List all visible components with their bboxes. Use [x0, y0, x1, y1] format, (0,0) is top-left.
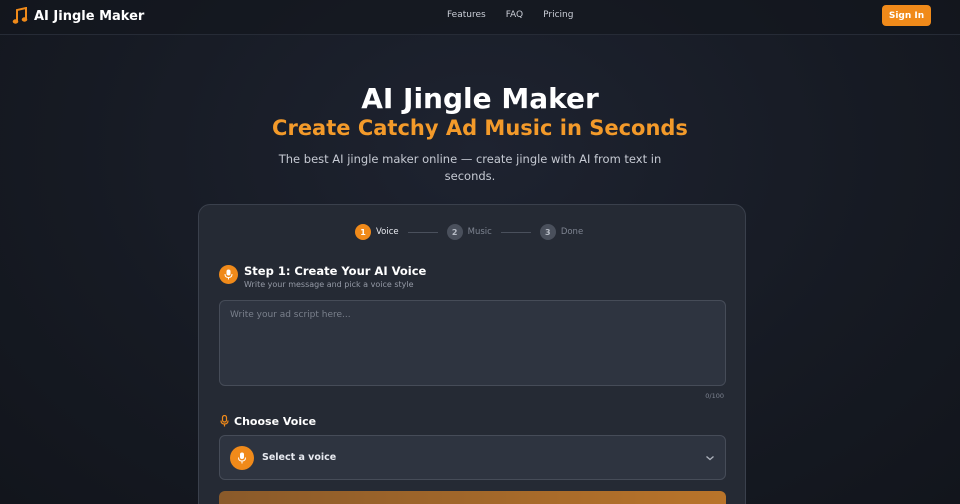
- jingle-wizard-card: 1 Voice 2 Music 3 Done Step 1: Create Yo…: [198, 204, 746, 504]
- character-count: 0/100: [705, 392, 724, 400]
- section-header: Step 1: Create Your AI Voice Write your …: [219, 264, 426, 289]
- page-description: The best AI jingle maker online — create…: [278, 152, 662, 183]
- page-subtitle: Create Catchy Ad Music in Seconds: [272, 116, 688, 140]
- nav-link-pricing[interactable]: Pricing: [543, 10, 573, 20]
- choose-voice-header: Choose Voice: [220, 412, 316, 431]
- generate-button[interactable]: [219, 491, 726, 504]
- nav-links: Features FAQ Pricing: [447, 10, 573, 20]
- music-note-icon: [12, 7, 28, 25]
- ad-script-input[interactable]: [219, 300, 726, 386]
- microphone-icon: [219, 265, 238, 284]
- step-voice: 1 Voice: [355, 224, 399, 240]
- step-music: 2 Music: [446, 224, 492, 240]
- step-label: Done: [560, 227, 584, 237]
- microphone-icon: [220, 412, 229, 431]
- step-label: Music: [467, 227, 492, 237]
- brand-logo[interactable]: AI Jingle Maker: [12, 7, 144, 25]
- nav-link-faq[interactable]: FAQ: [506, 10, 523, 20]
- step-connector: [500, 231, 531, 233]
- choose-voice-label: Choose Voice: [234, 415, 317, 428]
- section-title: Step 1: Create Your AI Voice: [244, 264, 427, 278]
- step-done: 3 Done: [539, 224, 584, 240]
- page-title: AI Jingle Maker: [361, 82, 599, 115]
- top-nav: AI Jingle Maker Features FAQ Pricing Sig…: [0, 0, 960, 35]
- step-number: 3: [539, 224, 556, 240]
- step-label: Voice: [376, 227, 399, 237]
- step-indicator: 1 Voice 2 Music 3 Done: [355, 224, 583, 240]
- step-number: 2: [446, 224, 463, 240]
- step-connector: [407, 231, 438, 233]
- sign-in-button[interactable]: Sign In: [882, 5, 931, 26]
- chevron-down-icon: [705, 455, 715, 461]
- nav-link-features[interactable]: Features: [447, 10, 486, 20]
- brand-name: AI Jingle Maker: [34, 8, 145, 24]
- voice-select-value: Select a voice: [262, 452, 337, 463]
- voice-select[interactable]: Select a voice: [219, 435, 726, 480]
- step-number: 1: [355, 224, 371, 240]
- section-description: Write your message and pick a voice styl…: [244, 280, 414, 289]
- microphone-icon: [230, 445, 254, 470]
